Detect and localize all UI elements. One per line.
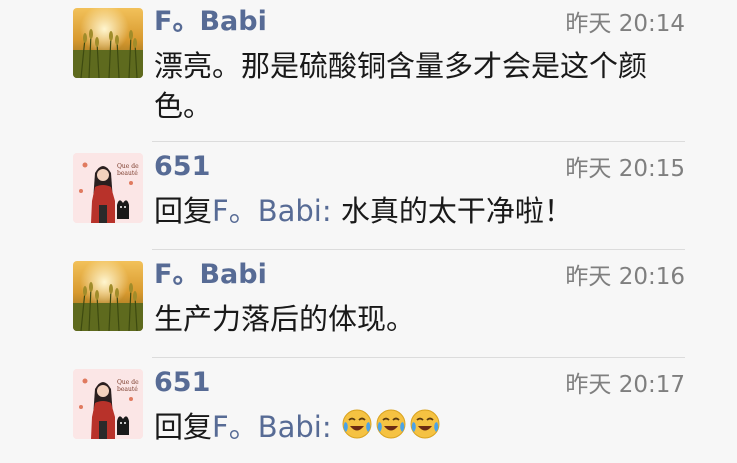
comment-time: 昨天 20:17	[565, 372, 685, 398]
comment-text: 漂亮。那是硫酸铜含量多才会是这个颜色。	[154, 49, 648, 123]
commenter-name[interactable]: F。Babi	[154, 259, 267, 291]
avatar-caption: Que de beauté	[117, 379, 139, 393]
reply-target-name[interactable]: F。Babi	[212, 410, 322, 444]
reply-prefix: 回复	[154, 410, 213, 444]
comment-text: 回复F。Babi: 水真的太干净啦！	[154, 191, 684, 231]
comment-time: 昨天 20:15	[565, 156, 685, 182]
avatar-caption: Que de beauté	[117, 163, 139, 177]
wheat-field-sunset-icon	[73, 261, 143, 331]
divider	[152, 357, 685, 358]
divider	[152, 249, 685, 250]
reply-target-name[interactable]: F。Babi	[212, 194, 322, 228]
wheat-field-avatar[interactable]	[73, 261, 143, 331]
crying-laughing-emoji-icon	[375, 408, 407, 450]
crying-laughing-emoji-icon	[341, 408, 373, 450]
reply-separator: :	[321, 410, 341, 444]
comment-text: 生产力落后的体现。	[154, 302, 416, 336]
comment-time: 昨天 20:16	[565, 264, 685, 290]
commenter-name[interactable]: F。Babi	[154, 6, 267, 38]
comment-text: 回复F。Babi:	[154, 407, 684, 450]
commenter-name[interactable]: 651	[154, 151, 210, 183]
girl-with-cat-avatar[interactable]: Que de beauté	[73, 369, 143, 439]
reply-text: 水真的太干净啦！	[340, 194, 573, 228]
reply-prefix: 回复	[154, 194, 213, 228]
crying-laughing-emoji-icon	[409, 408, 441, 450]
wheat-field-sunset-icon	[73, 8, 143, 78]
girl-with-cat-avatar[interactable]: Que de beauté	[73, 153, 143, 223]
comments-panel: F。Babi 昨天 20:14 漂亮。那是硫酸铜含量多才会是这个颜色。 Que …	[0, 0, 702, 463]
commenter-name[interactable]: 651	[154, 367, 210, 399]
reply-separator: :	[321, 194, 341, 228]
wheat-field-avatar[interactable]	[73, 8, 143, 78]
comment-time: 昨天 20:14	[565, 11, 685, 37]
divider	[152, 141, 685, 142]
